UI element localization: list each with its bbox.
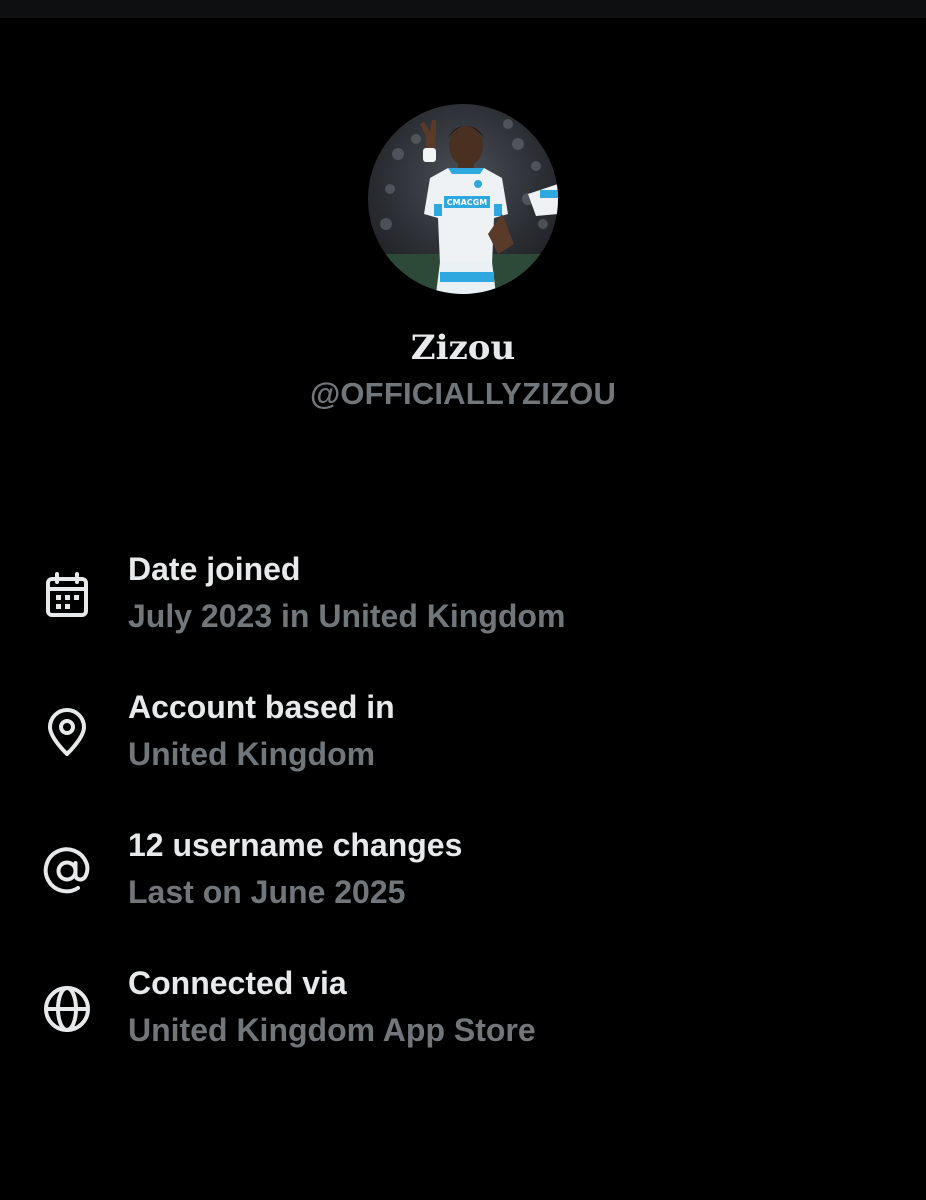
status-bar-strip [0, 0, 926, 18]
avatar-photo: CMACGM [368, 119, 558, 294]
about-row-title: Account based in [128, 689, 395, 725]
about-row-account-based-in: Account based in United Kingdom [0, 686, 926, 786]
about-row-title: 12 username changes [128, 827, 463, 863]
about-row-subtitle: Last on June 2025 [128, 874, 406, 910]
about-row-connected-via: Connected via United Kingdom App Store [0, 962, 926, 1062]
about-row-date-joined: Date joined July 2023 in United Kingdom [0, 548, 926, 648]
profile-handle: @OFFICIALLYZIZOU [309, 376, 617, 411]
about-row-username-changes: 12 username changes Last on June 2025 [0, 824, 926, 924]
about-row-title: Connected via [128, 965, 347, 1001]
about-row-subtitle: United Kingdom [128, 736, 376, 772]
calendar-icon [40, 570, 94, 624]
profile-display-name: Zizou [410, 328, 516, 368]
globe-icon [40, 982, 94, 1036]
about-row-title: Date joined [128, 551, 301, 587]
at-sign-icon [40, 844, 94, 898]
location-pin-icon [40, 706, 94, 760]
about-row-subtitle: July 2023 in United Kingdom [128, 598, 566, 634]
jersey-sponsor-text: CMACGM [447, 198, 487, 207]
about-row-subtitle: United Kingdom App Store [128, 1012, 536, 1048]
profile-avatar[interactable]: CMACGM [368, 104, 558, 294]
